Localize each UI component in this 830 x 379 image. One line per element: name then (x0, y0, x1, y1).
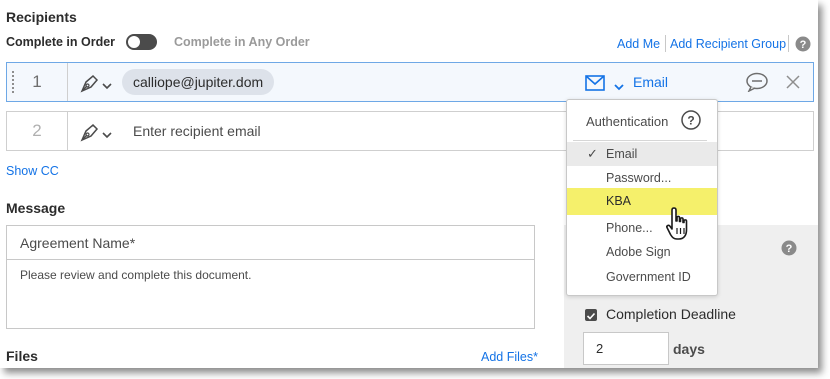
complete-any-order-label: Complete in Any Order (174, 35, 310, 49)
close-icon[interactable] (786, 75, 800, 94)
add-me-link[interactable]: Add Me (617, 37, 660, 51)
auth-option-label: Password... (606, 171, 672, 185)
show-cc-link[interactable]: Show CC (6, 164, 59, 178)
add-files-link[interactable]: Add Files* (481, 350, 538, 364)
chevron-down-icon[interactable] (102, 78, 112, 96)
days-input[interactable]: 2 (583, 332, 669, 365)
recipient-index: 1 (32, 72, 42, 91)
send-agreement-panel: Recipients Complete in Order Complete in… (0, 0, 818, 368)
authentication-header: Authentication (586, 114, 669, 129)
svg-text:?: ? (786, 243, 793, 255)
recipient-email-pill[interactable]: calliope@jupiter.dom (122, 69, 275, 95)
days-label: days (673, 341, 705, 357)
options-help-icon[interactable]: ? (781, 240, 797, 261)
authentication-dropdown: Authentication ? ✓ Email Password... KBA… (566, 99, 718, 296)
message-textarea[interactable]: Please review and complete this document… (20, 268, 251, 282)
auth-method-label[interactable]: Email (633, 74, 668, 90)
auth-option-government-id[interactable]: Government ID (567, 265, 717, 289)
auth-option-email[interactable]: ✓ Email (567, 142, 717, 166)
svg-text:?: ? (800, 39, 807, 51)
add-recipient-group-link[interactable]: Add Recipient Group (670, 37, 786, 51)
recipient-row-1[interactable]: 1 calliope@jupiter.dom Email (6, 62, 814, 102)
help-icon[interactable]: ? (795, 36, 811, 57)
files-heading: Files (6, 348, 38, 364)
auth-option-kba[interactable]: KBA (567, 188, 717, 215)
completion-deadline-checkbox[interactable] (585, 309, 597, 321)
speech-bubble-icon[interactable] (745, 72, 769, 97)
auth-option-label: KBA (606, 194, 632, 208)
order-toggle[interactable] (126, 34, 157, 50)
recipient-index: 2 (32, 121, 42, 140)
hand-pointer-icon (665, 206, 693, 247)
recipients-heading: Recipients (6, 9, 77, 25)
auth-option-label: Phone... (606, 221, 653, 235)
completion-deadline-label: Completion Deadline (606, 306, 736, 322)
auth-option-phone[interactable]: Phone... (567, 216, 717, 240)
message-heading: Message (6, 200, 66, 216)
pen-signer-icon[interactable] (79, 72, 101, 99)
pen-signer-icon[interactable] (79, 121, 101, 148)
agreement-name-input[interactable]: Agreement Name* (20, 235, 135, 251)
auth-chevron-down-icon[interactable] (614, 79, 624, 97)
auth-option-label: Adobe Sign (606, 245, 671, 259)
message-box: Agreement Name* Please review and comple… (6, 225, 535, 329)
envelope-icon[interactable] (585, 75, 605, 96)
auth-option-label: Email (606, 147, 638, 161)
auth-option-adobe-sign[interactable]: Adobe Sign (567, 240, 717, 264)
help-outline-icon[interactable]: ? (681, 110, 701, 135)
checkmark-icon: ✓ (587, 146, 598, 161)
auth-option-label: Government ID (606, 270, 691, 284)
complete-in-order-label: Complete in Order (6, 35, 116, 49)
svg-text:?: ? (687, 114, 694, 128)
chevron-down-icon[interactable] (102, 127, 112, 145)
recipient-email-input[interactable]: Enter recipient email (133, 123, 261, 139)
auth-option-password[interactable]: Password... (567, 166, 717, 190)
